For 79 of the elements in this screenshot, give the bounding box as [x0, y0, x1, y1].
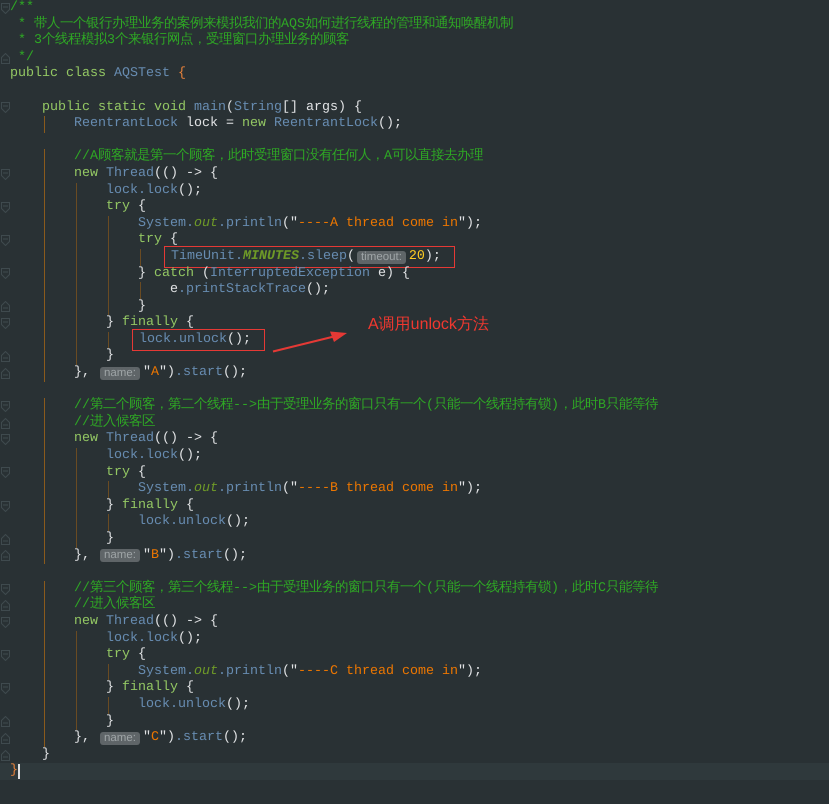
fold-collapse-icon[interactable]	[0, 401, 10, 412]
fold-collapse-icon[interactable]	[0, 616, 10, 628]
fold-end-icon[interactable]	[0, 716, 10, 728]
code-text: "C").start();	[142, 730, 247, 747]
code-text: TimeUnit.MINUTES.sleep(	[171, 248, 355, 266]
fold-collapse-icon[interactable]	[0, 102, 10, 114]
fold-end-icon[interactable]	[0, 600, 10, 612]
code-line: lock.unlock();	[138, 696, 250, 714]
code-text: 20);	[408, 248, 441, 266]
fold-end-icon[interactable]	[0, 368, 10, 379]
fold-collapse-icon[interactable]	[0, 202, 10, 213]
code-line: }	[10, 763, 18, 780]
fold-collapse-icon[interactable]	[0, 584, 10, 595]
code-line: new Thread(() -> {	[74, 614, 218, 631]
code-text: },	[74, 365, 91, 382]
code-comment: */	[18, 50, 34, 66]
code-line: e.printStackTrace();	[170, 282, 330, 299]
code-line: new Thread(() -> {	[74, 431, 218, 448]
code-line: ReentrantLock lock = new ReentrantLock();	[74, 116, 402, 133]
fold-collapse-icon[interactable]	[0, 467, 10, 478]
code-line: } finally {	[106, 315, 194, 332]
fold-collapse-icon[interactable]	[0, 2, 10, 14]
code-line: try {	[106, 647, 146, 664]
fold-collapse-icon[interactable]	[0, 168, 10, 180]
annotation-text: A调用unlock方法	[368, 314, 489, 335]
code-line: } catch (InterruptedException e) {	[138, 266, 410, 282]
fold-collapse-icon[interactable]	[0, 434, 10, 446]
fold-collapse-icon[interactable]	[0, 235, 10, 246]
parameter-hint: name:	[100, 366, 140, 380]
code-line: new Thread(() -> {	[74, 166, 218, 183]
code-line: } finally {	[106, 498, 194, 514]
fold-collapse-icon[interactable]	[0, 500, 10, 512]
code-comment: * 带人一个银行办理业务的案例来模拟我们的AQS如何进行线程的管理和通知唤醒机制	[18, 16, 513, 32]
code-text: "A").start();	[142, 365, 247, 382]
fold-collapse-icon[interactable]	[0, 268, 10, 280]
parameter-hint: timeout:	[356, 250, 406, 264]
fold-end-icon[interactable]	[0, 52, 10, 64]
code-line: lock.lock();	[106, 448, 202, 465]
fold-collapse-icon[interactable]	[0, 683, 10, 694]
code-text: lock.unlock();	[139, 332, 251, 348]
code-comment: /**	[10, 0, 34, 17]
fold-end-icon[interactable]	[0, 550, 10, 562]
fold-end-icon[interactable]	[0, 351, 10, 362]
code-line: try {	[138, 232, 178, 249]
code-line: }	[106, 531, 114, 548]
code-line: lock.lock();	[106, 182, 202, 199]
code-text: },	[74, 730, 91, 747]
code-text: },	[74, 548, 91, 564]
code-comment: * 3个线程模拟3个来银行网点，受理窗口办理业务的顾客	[18, 33, 349, 50]
code-comment: //第二个顾客，第二个线程-->由于受理业务的窗口只有一个(只能一个线程持有锁)，此时B只能等待	[74, 398, 658, 414]
fold-collapse-icon[interactable]	[0, 650, 10, 661]
code-line: }	[138, 298, 146, 315]
code-line: }	[106, 714, 114, 730]
fold-end-icon[interactable]	[0, 301, 10, 312]
fold-end-icon[interactable]	[0, 418, 10, 429]
code-line: lock.unlock();	[138, 514, 250, 531]
parameter-hint: name:	[100, 549, 140, 562]
fold-collapse-icon[interactable]	[0, 318, 10, 330]
code-comment: //A顾客就是第一个顾客，此时受理窗口没有任何人，A可以直接去办理	[74, 149, 483, 166]
code-line: }	[106, 348, 114, 366]
fold-end-icon[interactable]	[0, 732, 10, 744]
text-cursor	[18, 764, 20, 780]
code-line: } finally {	[106, 680, 194, 697]
code-line: System.out.println("----A thread come in");	[138, 216, 482, 232]
code-line: try {	[106, 464, 146, 482]
parameter-hint: name:	[100, 732, 140, 745]
code-comment: //进入候客区	[74, 414, 155, 431]
fold-end-icon[interactable]	[0, 750, 10, 761]
code-comment: //进入候客区	[74, 597, 155, 614]
code-line: System.out.println("----B thread come in");	[138, 481, 482, 498]
code-line: public class AQSTest {	[10, 66, 186, 83]
code-comment: //第三个顾客，第三个线程-->由于受理业务的窗口只有一个(只能一个线程持有锁)，此时C只能等待	[74, 580, 658, 596]
fold-end-icon[interactable]	[0, 534, 10, 545]
code-line: lock.lock();	[106, 630, 202, 647]
code-line: public static void main(String[] args) {	[42, 100, 362, 116]
code-line: }	[42, 746, 50, 764]
code-line: try {	[106, 199, 146, 216]
code-text: "B").start();	[142, 548, 247, 564]
code-line: System.out.println("----C thread come in");	[138, 664, 482, 680]
